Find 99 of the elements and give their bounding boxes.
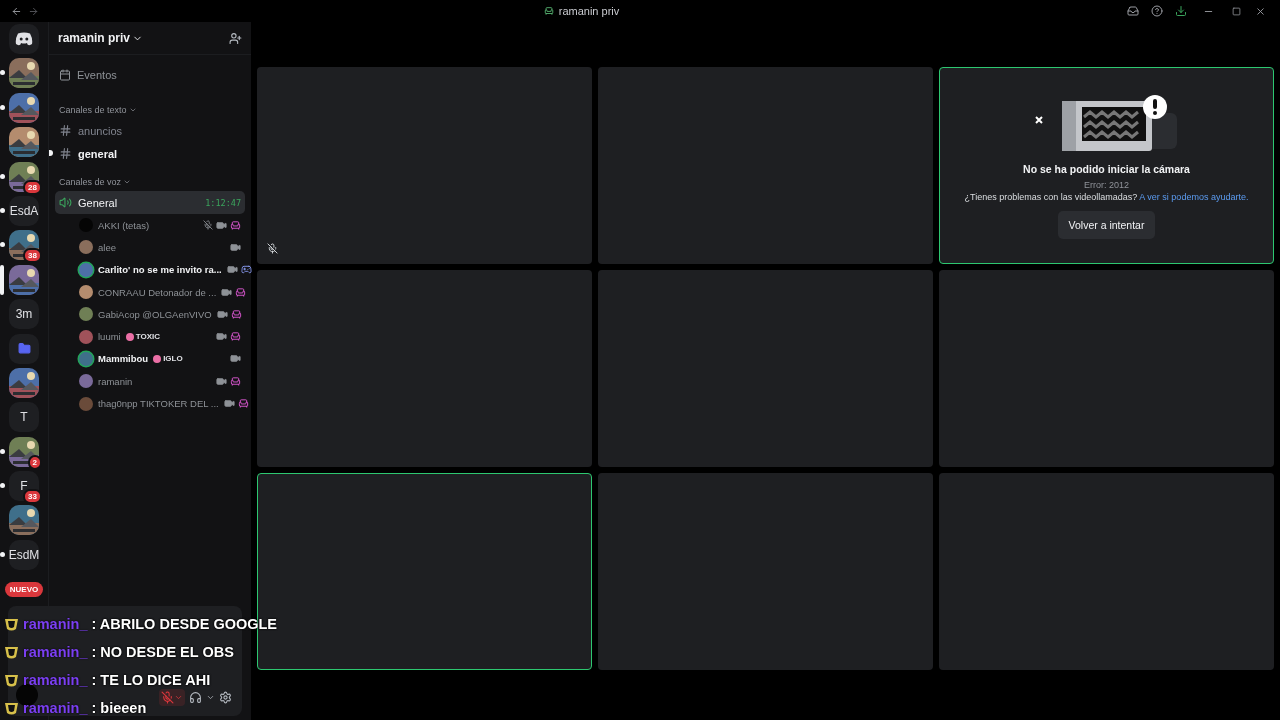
home-button[interactable] bbox=[9, 24, 39, 54]
mention-badge: 38 bbox=[23, 248, 42, 264]
chat-message: : NO DESDE EL OBS bbox=[91, 644, 234, 660]
new-badge[interactable]: NUEVO bbox=[4, 581, 44, 597]
video-tile[interactable] bbox=[598, 67, 933, 264]
member-name[interactable]: luumi bbox=[98, 331, 121, 343]
chevron-down-icon bbox=[123, 178, 132, 186]
activity-icon bbox=[237, 398, 249, 409]
voice-channel-name: General bbox=[78, 196, 118, 209]
folder-icon bbox=[17, 342, 31, 355]
video-tile[interactable] bbox=[598, 473, 933, 670]
text-channel[interactable]: anuncios bbox=[78, 124, 123, 137]
member-tag: IGLO bbox=[153, 354, 183, 364]
video-tile[interactable]: No se ha podido iniciar la cámara Error: 2012 ¿Tienes problemas con las videollamadas? A ver si podemos ayudarte. Volver a intentar bbox=[939, 67, 1274, 264]
inbox-icon[interactable] bbox=[1127, 5, 1139, 17]
server-icon[interactable]: 3m bbox=[9, 299, 39, 330]
member-name[interactable]: AKKI (tetas) bbox=[98, 219, 150, 231]
headphones-icon[interactable] bbox=[189, 691, 202, 704]
category-label[interactable]: Canales de texto bbox=[59, 105, 127, 115]
events-link[interactable]: Eventos bbox=[77, 69, 117, 81]
error-title: No se ha podido iniciar la cámara bbox=[1023, 162, 1190, 175]
server-icon[interactable]: EsdA bbox=[9, 195, 39, 226]
server-name[interactable]: ramanin priv bbox=[58, 31, 144, 45]
server-folder[interactable] bbox=[9, 333, 39, 364]
chat-username: ramanin_ bbox=[23, 644, 88, 660]
user-avatar bbox=[79, 396, 93, 411]
back-icon[interactable] bbox=[11, 5, 22, 17]
activity-icon bbox=[235, 286, 247, 298]
chat-message: : bieeen bbox=[91, 700, 147, 716]
category-label[interactable]: Canales de voz bbox=[59, 177, 122, 187]
server-icon[interactable] bbox=[9, 505, 39, 536]
download-icon[interactable] bbox=[1175, 5, 1187, 17]
activity-icon bbox=[543, 6, 554, 16]
member-tag: TOXIC bbox=[125, 332, 160, 342]
help-icon[interactable] bbox=[1151, 5, 1163, 17]
chevron-down-icon bbox=[128, 106, 137, 114]
activity-icon bbox=[230, 331, 241, 343]
settings-icon[interactable] bbox=[219, 691, 232, 704]
chat-username: ramanin_ bbox=[23, 700, 88, 716]
video-tile[interactable] bbox=[598, 270, 933, 467]
member-name[interactable]: Mammibou bbox=[98, 353, 149, 365]
server-icon[interactable] bbox=[9, 230, 39, 261]
shield-badge-icon bbox=[4, 644, 19, 660]
call-timer: 1:12:47 bbox=[205, 197, 241, 208]
muted-mic-icon bbox=[161, 691, 174, 704]
server-icon[interactable] bbox=[9, 436, 39, 467]
user-avatar bbox=[79, 307, 93, 322]
maximize-icon[interactable] bbox=[1232, 6, 1241, 16]
video-tile[interactable] bbox=[939, 473, 1274, 670]
close-icon[interactable] bbox=[1255, 5, 1266, 17]
forward-icon[interactable] bbox=[28, 5, 39, 17]
activity-icon bbox=[230, 375, 241, 387]
speaker-icon bbox=[59, 196, 72, 209]
user-avatar bbox=[79, 329, 93, 344]
help-text: ¿Tienes problemas con las videollamadas? A ver si podemos ayudarte. bbox=[964, 191, 1249, 202]
chevron-down-icon[interactable] bbox=[206, 693, 215, 702]
video-tile[interactable] bbox=[939, 270, 1274, 467]
member-name[interactable]: ramanin bbox=[98, 375, 133, 387]
help-link[interactable]: A ver si podemos ayudarte. bbox=[1139, 191, 1249, 202]
server-icon[interactable] bbox=[9, 92, 39, 123]
activity-icon bbox=[230, 308, 242, 320]
chevron-down-icon bbox=[174, 693, 183, 702]
gamepad-icon bbox=[240, 264, 252, 276]
member-name[interactable]: Carlito' no se me invito ra... bbox=[98, 264, 222, 276]
voice-channel[interactable]: General 1:12:47 bbox=[55, 191, 245, 214]
invite-icon[interactable] bbox=[229, 31, 242, 45]
mention-badge: 33 bbox=[23, 489, 42, 505]
chat-username: ramanin_ bbox=[23, 616, 88, 632]
activity-icon bbox=[230, 219, 241, 231]
server-icon[interactable] bbox=[9, 367, 39, 398]
member-name[interactable]: GabiAcop @OLGAenVIVO bbox=[98, 308, 212, 320]
member-name[interactable]: CONRAAU Detonador de ... bbox=[98, 286, 217, 298]
server-icon[interactable] bbox=[9, 58, 39, 89]
member-name[interactable]: alee bbox=[98, 241, 116, 253]
chat-message: : TE LO DICE AHI bbox=[91, 672, 211, 688]
text-channel[interactable]: general bbox=[78, 147, 118, 160]
server-icon[interactable] bbox=[9, 264, 39, 295]
server-icon[interactable] bbox=[9, 127, 39, 158]
shield-badge-icon bbox=[4, 616, 19, 632]
error-code: Error: 2012 bbox=[1084, 179, 1129, 190]
member-name[interactable]: thag0npp TIKTOKER DEL ... bbox=[98, 398, 219, 409]
user-avatar bbox=[79, 285, 93, 300]
server-icon[interactable] bbox=[9, 161, 39, 192]
video-tile[interactable] bbox=[257, 67, 592, 264]
window-title: ramanin priv bbox=[558, 5, 620, 17]
shield-badge-icon bbox=[4, 700, 19, 716]
app-logo-icon[interactable] bbox=[15, 32, 33, 46]
shield-badge-icon bbox=[4, 672, 19, 688]
muted-mic-button[interactable] bbox=[159, 689, 185, 706]
user-avatar bbox=[79, 240, 93, 255]
calendar-icon bbox=[59, 69, 71, 81]
retry-button[interactable]: Volver a intentar bbox=[1057, 210, 1156, 239]
server-icon[interactable]: EsdM bbox=[9, 539, 39, 570]
user-avatar bbox=[79, 374, 93, 389]
chat-username: ramanin_ bbox=[23, 672, 88, 688]
hash-icon bbox=[59, 147, 72, 160]
server-icon[interactable]: T bbox=[9, 402, 39, 433]
video-tile[interactable] bbox=[257, 270, 592, 467]
hash-icon bbox=[59, 124, 72, 137]
